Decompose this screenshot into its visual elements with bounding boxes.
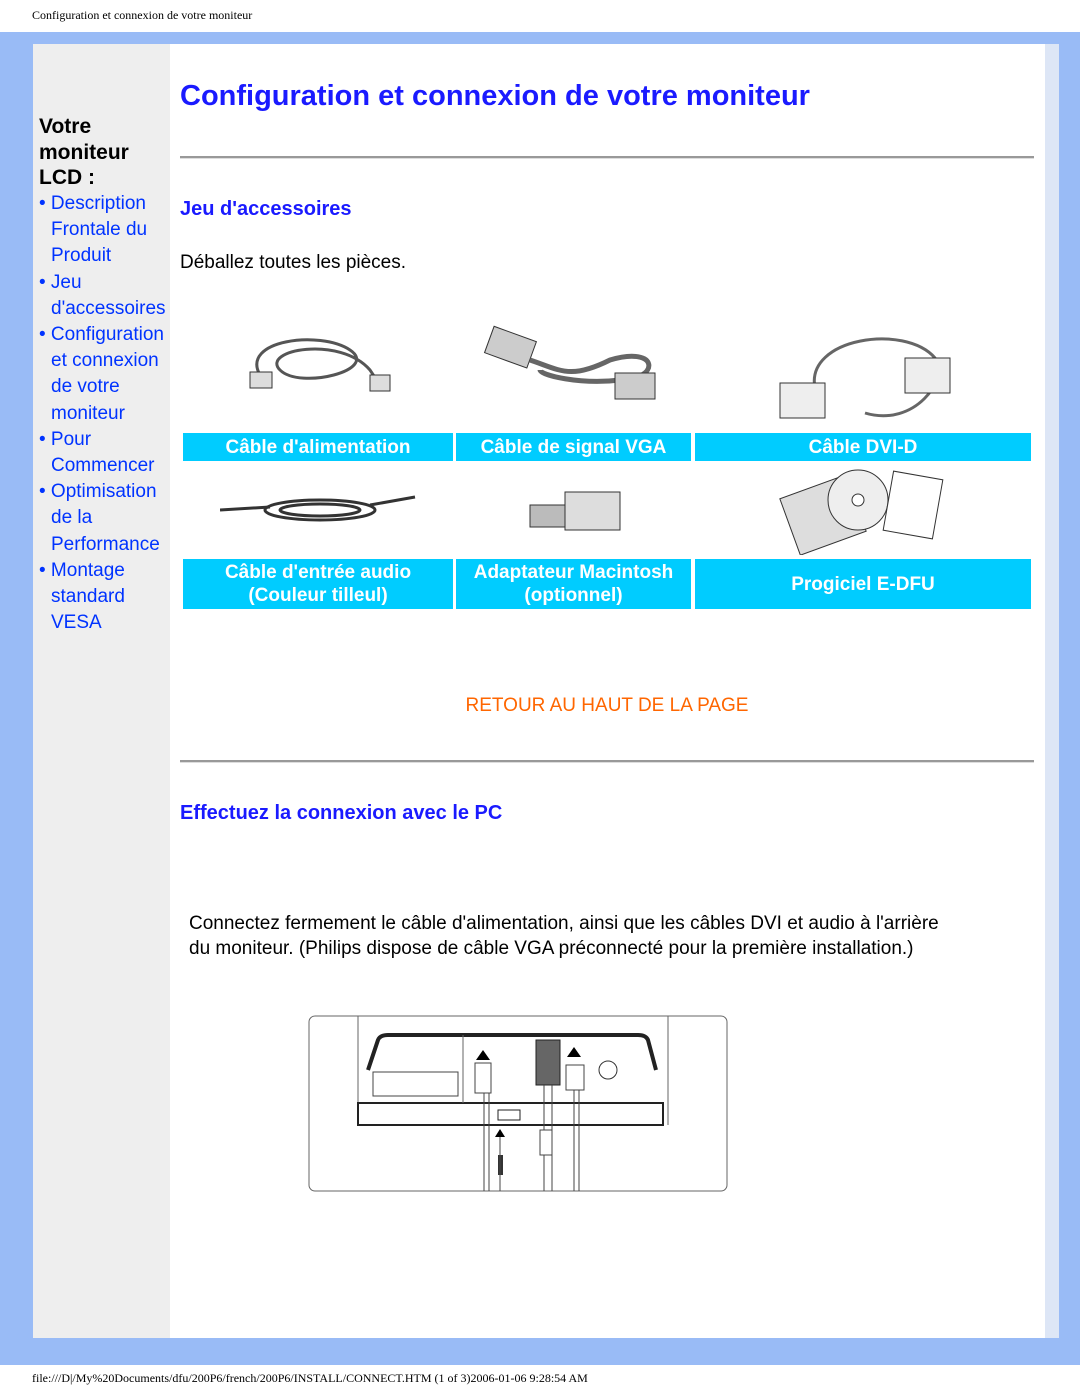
section-heading-connection: Effectuez la connexion avec le PC (180, 802, 503, 824)
label-power-cable: Câble d'alimentation (183, 433, 453, 461)
sidebar-nav: • Description Frontale du Produit • Jeu … (39, 191, 171, 636)
mac-adapter-image (529, 491, 621, 531)
label-edfu: Progiciel E-DFU (695, 559, 1031, 609)
back-to-top-link[interactable]: RETOUR AU HAUT DE LA PAGE (180, 695, 1034, 717)
label-line: Câble d'entrée audio (224, 562, 412, 583)
divider (180, 156, 1034, 159)
nav-configuration[interactable]: • Configuration et connexion de votre mo… (39, 322, 171, 427)
label-mac-adapter: Adaptateur Macintosh (optionnel) (456, 559, 691, 609)
dvi-cable-image (779, 337, 951, 419)
scroll-strip (1045, 44, 1059, 1338)
monitor-rear-connection-diagram (308, 1015, 728, 1192)
audio-cable-image (220, 495, 416, 522)
intro-text: Déballez toutes les pièces. (180, 252, 407, 273)
label-audio-cable: Câble d'entrée audio (Couleur tilleul) (183, 559, 453, 609)
connection-text: Connectez fermement le câble d'alimentat… (189, 913, 939, 959)
label-vga-cable: Câble de signal VGA (456, 433, 691, 461)
page-title: Configuration et connexion de votre moni… (180, 80, 810, 112)
page-footer: file:///D|/My%20Documents/dfu/200P6/fren… (32, 1371, 588, 1385)
nav-accessories[interactable]: • Jeu d'accessoires (39, 270, 171, 322)
nav-optimisation[interactable]: • Optimisation de la Performance (39, 479, 171, 558)
nav-description[interactable]: • Description Frontale du Produit (39, 191, 171, 270)
cd-and-guide-image (779, 469, 944, 555)
label-line: (Couleur tilleul) (248, 585, 388, 606)
page-header-title: Configuration et connexion de votre moni… (32, 8, 253, 22)
label-line: (optionnel) (524, 585, 623, 606)
divider (180, 760, 1034, 763)
section-heading-accessories: Jeu d'accessoires (180, 198, 352, 220)
power-cable-image (249, 338, 391, 392)
vga-cable-image (483, 325, 656, 400)
nav-getting-started[interactable]: • Pour Commencer (39, 427, 171, 479)
label-line: Adaptateur Macintosh (473, 562, 674, 583)
nav-vesa[interactable]: • Montage standard VESA (39, 558, 171, 637)
sidebar: Votre moniteur LCD : • Description Front… (33, 44, 170, 1338)
label-dvi-cable: Câble DVI-D (695, 433, 1031, 461)
sidebar-heading: Votre moniteur LCD : (39, 115, 129, 189)
